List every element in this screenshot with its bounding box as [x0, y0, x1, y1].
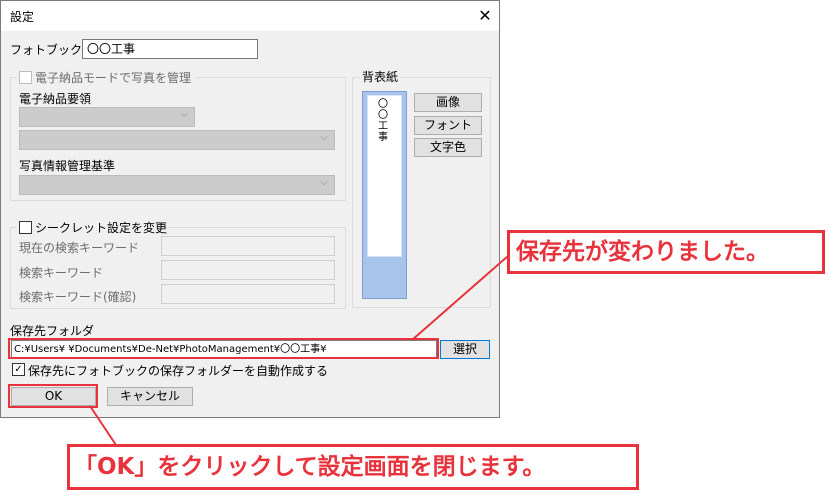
connector-line-ok: [89, 405, 119, 449]
save-changed-callout: 保存先が変わりました。: [507, 230, 825, 274]
click-ok-callout: 「OK」をクリックして設定画面を閉じます。: [67, 444, 639, 490]
connector-line-save: [411, 255, 509, 341]
